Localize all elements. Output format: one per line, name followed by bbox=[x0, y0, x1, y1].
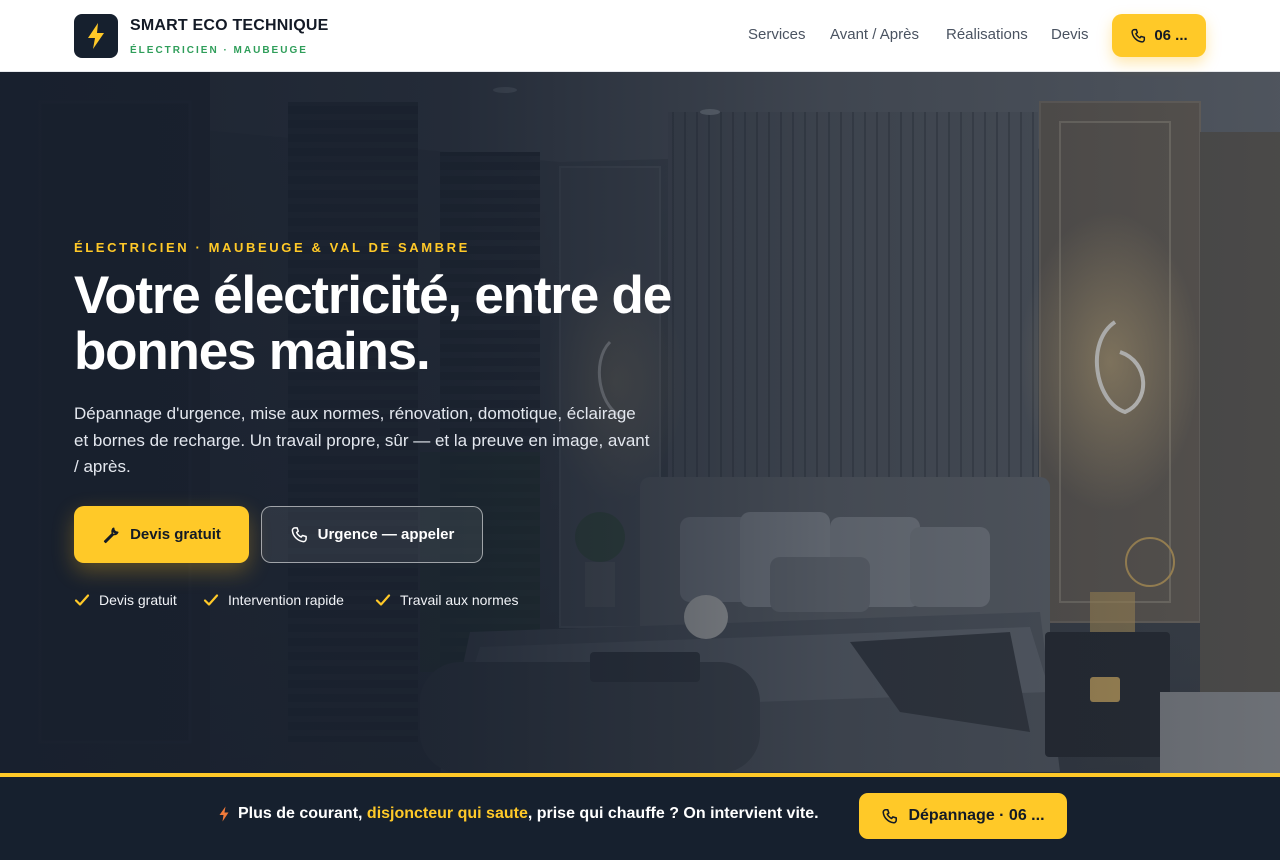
check-icon bbox=[203, 594, 219, 606]
check-icon bbox=[375, 594, 391, 606]
nav-devis[interactable]: Devis bbox=[1051, 26, 1089, 43]
site-header: SMART ECO TECHNIQUE ÉLECTRICIEN · MAUBEU… bbox=[0, 0, 1280, 72]
check-icon bbox=[74, 594, 90, 606]
hero-eyebrow: ÉLECTRICIEN · MAUBEUGE & VAL DE SAMBRE bbox=[74, 240, 470, 255]
phone-icon bbox=[1131, 28, 1146, 43]
emergency-banner-highlight: disjoncteur qui saute bbox=[366, 805, 528, 822]
feature-free-quote: Devis gratuit bbox=[74, 592, 177, 608]
nav-realisations[interactable]: Réalisations bbox=[946, 26, 1028, 43]
emergency-repair-button[interactable]: Dépannage · 06 ... bbox=[859, 793, 1067, 839]
emergency-repair-label: Dépannage · 06 ... bbox=[908, 807, 1045, 824]
quote-button[interactable]: Devis gratuit bbox=[74, 506, 249, 563]
lightning-bolt-icon bbox=[88, 23, 104, 49]
feature-fast-intervention: Intervention rapide bbox=[203, 592, 344, 608]
phone-icon bbox=[291, 526, 307, 542]
emergency-banner-text: Plus de courant, disjoncteur qui saute, … bbox=[218, 805, 819, 823]
header-call-button[interactable]: 06 ... bbox=[1112, 14, 1206, 57]
phone-icon bbox=[882, 808, 898, 824]
emergency-banner: Plus de courant, disjoncteur qui saute, … bbox=[0, 777, 1280, 860]
feature-label: Travail aux normes bbox=[400, 592, 519, 608]
emergency-banner-message: Plus de courant, disjoncteur qui saute, … bbox=[238, 805, 819, 822]
emergency-call-label: Urgence — appeler bbox=[317, 526, 455, 543]
nav-services[interactable]: Services bbox=[748, 26, 806, 43]
nav-avant-apres[interactable]: Avant / Après bbox=[830, 26, 919, 43]
hero-description: Dépannage d'urgence, mise aux normes, ré… bbox=[74, 404, 650, 476]
quote-button-label: Devis gratuit bbox=[130, 526, 221, 543]
feature-label: Intervention rapide bbox=[228, 592, 344, 608]
wrench-icon bbox=[103, 527, 119, 543]
hero-section: ÉLECTRICIEN · MAUBEUGE & VAL DE SAMBRE V… bbox=[0, 72, 1280, 773]
lightning-bolt-icon bbox=[219, 806, 229, 822]
feature-label: Devis gratuit bbox=[99, 592, 177, 608]
logo[interactable] bbox=[74, 14, 118, 58]
feature-compliant-work: Travail aux normes bbox=[375, 592, 519, 608]
emergency-call-button[interactable]: Urgence — appeler bbox=[261, 506, 483, 563]
header-call-label: 06 ... bbox=[1154, 27, 1188, 44]
brand-name: SMART ECO TECHNIQUE bbox=[130, 17, 329, 34]
hero-headline: Votre électricité, entre de bonnes mains… bbox=[74, 266, 672, 381]
brand-tagline: ÉLECTRICIEN · MAUBEUGE bbox=[130, 45, 308, 56]
